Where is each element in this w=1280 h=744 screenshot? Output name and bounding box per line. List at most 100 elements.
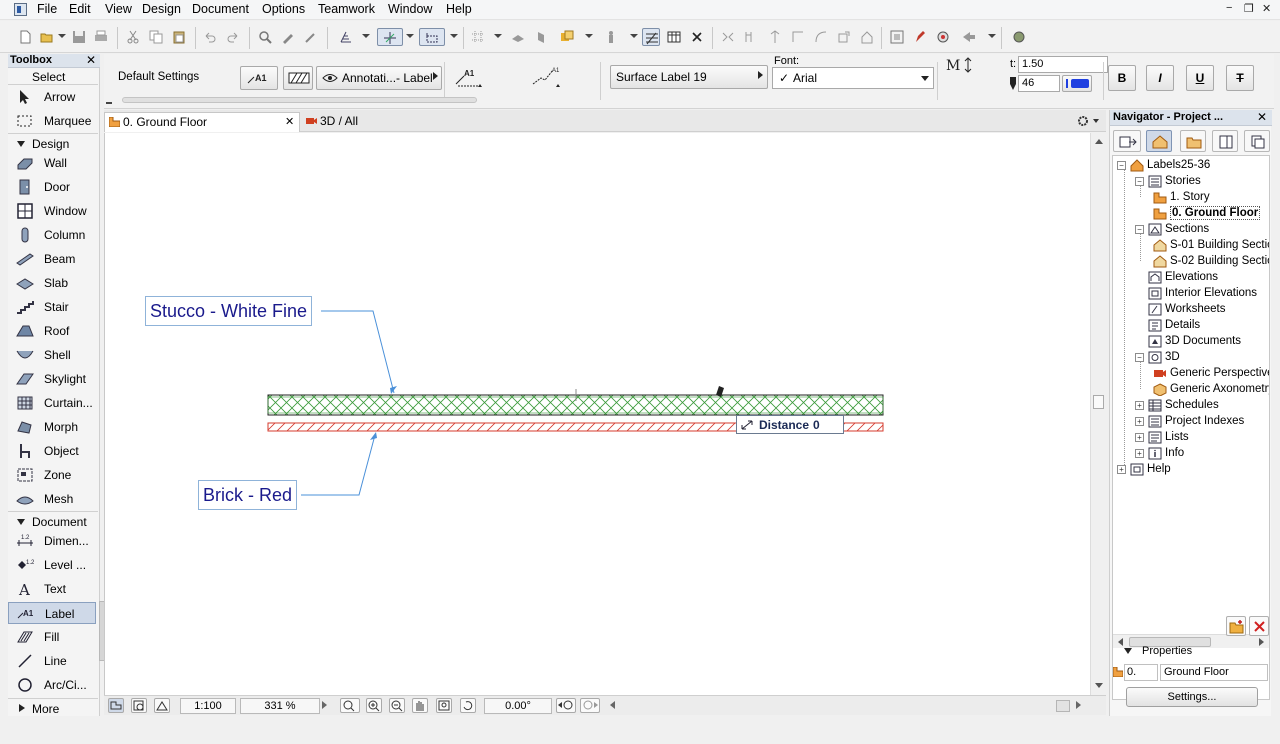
layout-button[interactable]: [154, 698, 170, 713]
label-stucco[interactable]: Stucco - White Fine: [145, 296, 313, 326]
redo-button[interactable]: [224, 28, 242, 46]
tree-expander-icon[interactable]: +: [1135, 417, 1144, 426]
tree-item-project-indexes[interactable]: + Project Indexes: [1135, 414, 1269, 430]
tool-wall[interactable]: Wall: [8, 152, 96, 174]
tool-object[interactable]: Object: [8, 440, 96, 462]
rotate-button[interactable]: [742, 28, 760, 46]
tree-expander-icon[interactable]: +: [1135, 433, 1144, 442]
scroll-thumb[interactable]: [1093, 395, 1104, 409]
display-order-button[interactable]: [558, 28, 576, 46]
open-dropdown-icon[interactable]: [58, 34, 66, 38]
fillet-button[interactable]: [812, 28, 830, 46]
tool-zone[interactable]: Zone: [8, 464, 96, 486]
tool-column[interactable]: Column: [8, 224, 96, 246]
table-button[interactable]: [665, 28, 683, 46]
tool-skylight[interactable]: Skylight: [8, 368, 96, 390]
tool-text[interactable]: A Text: [8, 578, 96, 600]
tree-item-generic-perspective[interactable]: Generic Perspective: [1153, 366, 1269, 382]
grid-snap-button[interactable]: [469, 28, 487, 46]
drawing-canvas[interactable]: Stucco - White Fine Brick - Red Distance…: [104, 133, 1090, 695]
scroll-right-icon[interactable]: [1076, 701, 1081, 709]
view-toggle-button[interactable]: [108, 698, 124, 713]
tree-item-story-1[interactable]: 1. Story: [1153, 190, 1269, 206]
menu-view[interactable]: View: [102, 2, 135, 16]
surface-label-selector[interactable]: Surface Label 19: [610, 65, 768, 89]
copy-button[interactable]: [147, 28, 165, 46]
property-name-field[interactable]: Ground Floor: [1160, 664, 1268, 681]
zoom-out-button[interactable]: [389, 698, 405, 713]
tool-dimension[interactable]: 1.2 Dimen...: [8, 530, 96, 552]
stretch-button[interactable]: [789, 28, 807, 46]
text-size-field[interactable]: 1.50: [1018, 56, 1108, 73]
properties-header[interactable]: Properties: [1110, 642, 1272, 660]
multiply-button[interactable]: [858, 28, 876, 46]
gravity-button[interactable]: [419, 28, 445, 46]
tab-options-icon[interactable]: [1076, 114, 1100, 128]
bold-button[interactable]: B: [1108, 65, 1136, 91]
menu-file[interactable]: File: [34, 2, 60, 16]
layer-selector[interactable]: Annotati...- Label: [316, 66, 442, 90]
next-zoom-button[interactable]: [580, 698, 600, 713]
resize-button[interactable]: [835, 28, 853, 46]
teamwork-status-button[interactable]: [1010, 28, 1028, 46]
tree-item-3d[interactable]: − 3D: [1135, 350, 1269, 366]
tree-item-generic-axonometry[interactable]: Generic Axonometry: [1153, 382, 1269, 398]
tree-item-sections[interactable]: − Sections: [1135, 222, 1269, 238]
navigator-close-icon[interactable]: ✕: [1257, 110, 1267, 124]
view-map-tab[interactable]: [1180, 130, 1206, 152]
tree-item-section-s01[interactable]: S-01 Building Section: [1153, 238, 1269, 254]
menu-options[interactable]: Options: [259, 2, 308, 16]
new-folder-button[interactable]: [1226, 616, 1246, 636]
tool-shell[interactable]: Shell: [8, 344, 96, 366]
infobox-scrollbar[interactable]: [122, 97, 477, 103]
pen-number-field[interactable]: 46: [1018, 75, 1060, 92]
save-button[interactable]: [70, 28, 88, 46]
strikethrough-button[interactable]: T: [1226, 65, 1254, 91]
tab-ground-floor[interactable]: 0. Ground Floor ✕: [104, 112, 300, 132]
tree-item-info[interactable]: + Info: [1135, 446, 1269, 462]
label-tool-toggle[interactable]: [642, 28, 660, 46]
grid-dropdown-icon[interactable]: [494, 34, 502, 38]
text-size-icon[interactable]: M: [946, 56, 974, 76]
tool-label[interactable]: A1 Label: [8, 602, 96, 624]
tool-morph[interactable]: Morph: [8, 416, 96, 438]
tree-item-3d-documents[interactable]: 3D Documents: [1135, 334, 1269, 350]
snap-guides-button[interactable]: [377, 28, 403, 46]
tree-item-worksheets[interactable]: Worksheets: [1135, 302, 1269, 318]
pen-color-button[interactable]: [1062, 75, 1092, 92]
design-section-header[interactable]: Design: [8, 133, 98, 151]
toolbox-titlebar[interactable]: Toolbox ✕: [8, 53, 100, 68]
label-brick[interactable]: Brick - Red: [198, 480, 298, 510]
display-order-dropdown-icon[interactable]: [585, 34, 593, 38]
label-type-button[interactable]: A1: [240, 66, 278, 90]
layers-dropdown-icon[interactable]: [362, 34, 370, 38]
publish-button[interactable]: [960, 28, 978, 46]
tree-item-stories[interactable]: − Stories: [1135, 174, 1269, 190]
project-tree[interactable]: − Labels25-36 − Stories 1. Story 0. Grou…: [1112, 155, 1270, 700]
infobox-collapse-handle[interactable]: [106, 92, 112, 104]
tree-item-details[interactable]: Details: [1135, 318, 1269, 334]
tab-close-icon[interactable]: ✕: [285, 115, 294, 128]
tool-marquee[interactable]: Marquee: [8, 110, 96, 132]
tree-item-section-s02[interactable]: S-02 Building Section: [1153, 254, 1269, 270]
document-section-header[interactable]: Document: [8, 511, 98, 529]
undo-button[interactable]: [201, 28, 219, 46]
delete-button[interactable]: [1249, 616, 1269, 636]
tool-curtain-wall[interactable]: Curtain...: [8, 392, 96, 414]
render-button[interactable]: [934, 28, 952, 46]
menu-document[interactable]: Document: [189, 2, 252, 16]
tool-roof[interactable]: Roof: [8, 320, 96, 342]
tree-expander-icon[interactable]: −: [1135, 177, 1144, 186]
group-button[interactable]: [888, 28, 906, 46]
tree-expander-icon[interactable]: +: [1135, 401, 1144, 410]
guides-dropdown-icon[interactable]: [406, 34, 414, 38]
project-map-tab[interactable]: [1146, 130, 1172, 152]
tool-level-dimension[interactable]: 1.2 Level ...: [8, 554, 96, 576]
zoom-area-button[interactable]: [340, 698, 360, 713]
menu-teamwork[interactable]: Teamwork: [315, 2, 378, 16]
elevate-button[interactable]: [602, 28, 620, 46]
restore-button[interactable]: ❐: [1244, 2, 1254, 15]
layout-book-tab[interactable]: [1212, 130, 1238, 152]
tree-item-help[interactable]: + Help: [1117, 462, 1269, 478]
paste-button[interactable]: [170, 28, 188, 46]
